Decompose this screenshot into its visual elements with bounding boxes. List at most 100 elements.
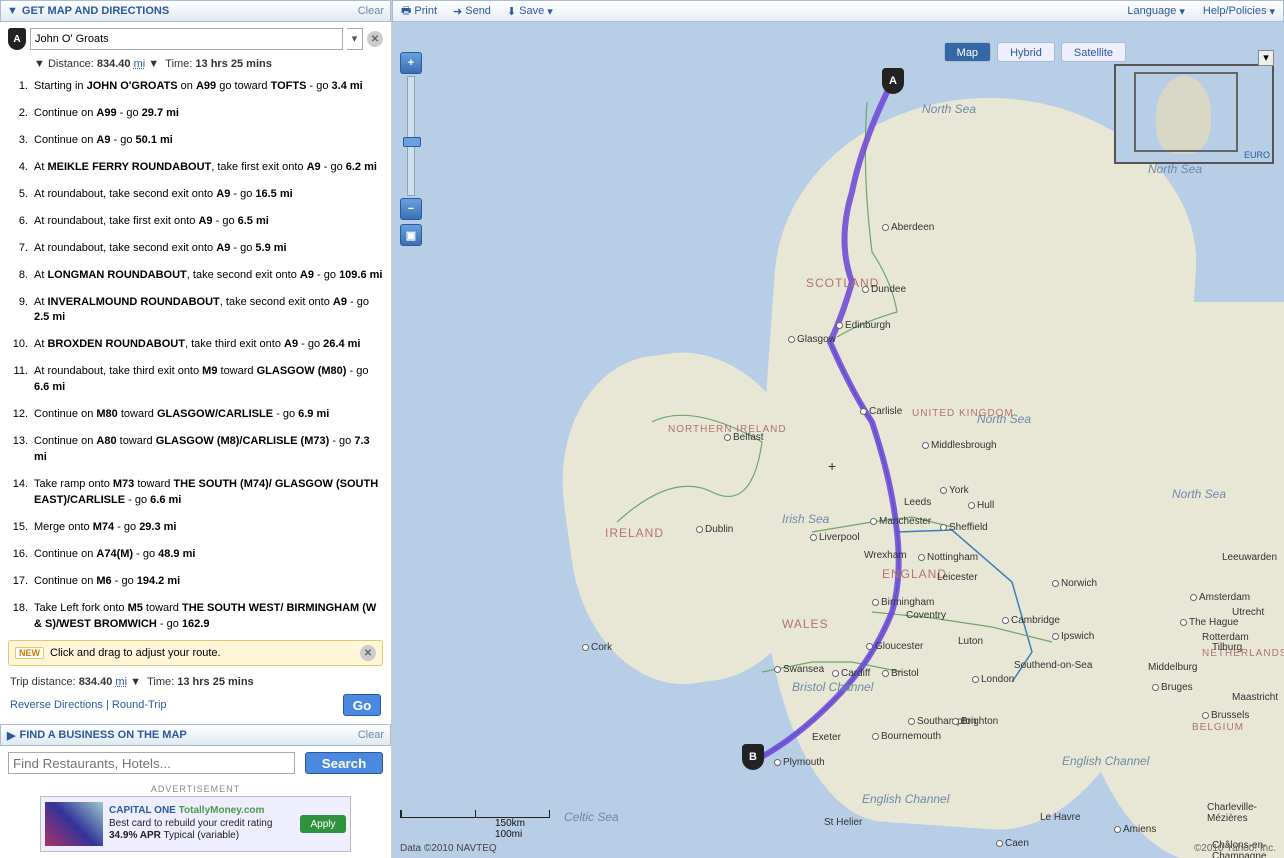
map-attribution: Data ©2010 NAVTEQ: [400, 843, 497, 854]
country-label: WALES: [782, 617, 829, 631]
panel-title-biz: FIND A BUSINESS ON THE MAP: [19, 729, 186, 741]
save-button[interactable]: ⬇ Save ▾: [507, 5, 553, 18]
city-label: The Hague: [1180, 617, 1238, 628]
reverse-directions-link[interactable]: Reverse Directions: [10, 699, 103, 711]
direction-step[interactable]: 12.Continue on M80 toward GLASGOW/CARLIS…: [4, 402, 385, 429]
new-badge: NEW: [15, 647, 44, 659]
direction-step[interactable]: 7.At roundabout, take second exit onto A…: [4, 236, 385, 263]
city-label: Bristol: [882, 668, 919, 679]
panel-header-business[interactable]: ▶ FIND A BUSINESS ON THE MAP Clear: [0, 724, 391, 746]
city-label: Belfast: [724, 432, 764, 443]
overview-toggle-icon[interactable]: ▾: [1258, 50, 1274, 66]
close-tip-icon[interactable]: ✕: [360, 645, 376, 661]
send-button[interactable]: ➜ Send: [453, 5, 491, 18]
direction-step[interactable]: 15.Merge onto M74 - go 29.3 mi: [4, 515, 385, 542]
zoom-control: + − ▣: [400, 52, 422, 246]
city-label: Bruges: [1152, 682, 1193, 693]
map-toolbar: 🖶 Print ➜ Send ⬇ Save ▾ Language ▾ Help/…: [392, 0, 1284, 22]
direction-step[interactable]: 3.Continue on A9 - go 50.1 mi: [4, 128, 385, 155]
direction-step[interactable]: 6.At roundabout, take first exit onto A9…: [4, 209, 385, 236]
direction-step[interactable]: 17.Continue on M6 - go 194.2 mi: [4, 569, 385, 596]
fit-button[interactable]: ▣: [400, 224, 422, 246]
print-button[interactable]: 🖶 Print: [401, 2, 437, 21]
city-label: Brighton: [952, 716, 998, 727]
ad-label: ADVERTISEMENT: [0, 784, 391, 794]
collapse-icon: ▶: [7, 729, 15, 742]
city-label: Gloucester: [866, 641, 923, 652]
city-label: St Helier: [824, 817, 862, 828]
directions-steps[interactable]: 1.Starting in JOHN O'GROATS on A99 go to…: [0, 74, 391, 636]
direction-step[interactable]: 9.At INVERALMOUND ROUNDABOUT, take secon…: [4, 290, 385, 333]
ad-apply-button[interactable]: Apply: [300, 815, 346, 833]
zoom-in-button[interactable]: +: [400, 52, 422, 74]
city-label: Swansea: [774, 664, 824, 675]
zoom-handle[interactable]: [403, 137, 421, 147]
sea-label: North Sea: [922, 102, 976, 116]
direction-step[interactable]: 18.Take Left fork onto M5 toward THE SOU…: [4, 596, 385, 636]
city-label: Middlesbrough: [922, 440, 997, 451]
city-label: Glasgow: [788, 334, 836, 345]
zoom-slider[interactable]: [407, 76, 415, 196]
tab-satellite[interactable]: Satellite: [1061, 42, 1126, 62]
city-label: Caen: [996, 838, 1029, 849]
city-label: Cardiff: [832, 668, 870, 679]
city-label: Hull: [968, 500, 994, 511]
unit-toggle-trip[interactable]: mi: [115, 676, 127, 688]
map-pane: 🖶 Print ➜ Send ⬇ Save ▾ Language ▾ Help/…: [392, 0, 1284, 858]
direction-step[interactable]: 10.At BROXDEN ROUNDABOUT, take third exi…: [4, 332, 385, 359]
city-label: Southend-on-Sea: [1014, 660, 1092, 671]
city-label: Dundee: [862, 284, 906, 295]
crosshair-icon: +: [828, 458, 836, 474]
direction-step[interactable]: 8.At LONGMAN ROUNDABOUT, take second exi…: [4, 263, 385, 290]
business-search-row: Search: [0, 746, 391, 780]
direction-step[interactable]: 5.At roundabout, take second exit onto A…: [4, 182, 385, 209]
business-search-input[interactable]: [8, 752, 295, 774]
map-pin-b[interactable]: B: [742, 744, 764, 770]
city-label: Leicester: [937, 572, 978, 583]
direction-step[interactable]: 1.Starting in JOHN O'GROATS on A99 go to…: [4, 74, 385, 101]
advertisement[interactable]: CAPITAL ONE TotallyMoney.com Best card t…: [40, 796, 351, 852]
origin-dropdown[interactable]: ▾: [347, 28, 363, 50]
tab-map[interactable]: Map: [944, 42, 991, 62]
unit-toggle[interactable]: mi: [134, 58, 146, 70]
help-link[interactable]: Help/Policies ▾: [1203, 5, 1275, 18]
direction-step[interactable]: 4.At MEIKLE FERRY ROUNDABOUT, take first…: [4, 155, 385, 182]
direction-step[interactable]: 16.Continue on A74(M) - go 48.9 mi: [4, 542, 385, 569]
remove-origin-icon[interactable]: ✕: [367, 31, 383, 47]
search-button[interactable]: Search: [305, 752, 383, 774]
overview-viewport[interactable]: [1134, 72, 1238, 152]
language-button[interactable]: Language ▾: [1127, 5, 1184, 18]
trip-links: Reverse Directions | Round-Trip Go: [0, 694, 391, 724]
go-button[interactable]: Go: [343, 694, 381, 716]
city-label: Plymouth: [774, 757, 825, 768]
sea-label: North Sea: [1172, 487, 1226, 501]
direction-step[interactable]: 14.Take ramp onto M73 toward THE SOUTH (…: [4, 472, 385, 515]
clear-biz-link[interactable]: Clear: [358, 729, 384, 741]
direction-step[interactable]: 13.Continue on A80 toward GLASGOW (M8)/C…: [4, 429, 385, 472]
city-label: Edinburgh: [836, 320, 891, 331]
round-trip-link[interactable]: Round-Trip: [112, 699, 167, 711]
ad-text: CAPITAL ONE TotallyMoney.com Best card t…: [109, 805, 294, 843]
map-canvas[interactable]: A B + North Sea North Sea North Sea Nort…: [392, 22, 1284, 858]
direction-step[interactable]: 11.At roundabout, take third exit onto M…: [4, 359, 385, 402]
direction-step[interactable]: 2.Continue on A99 - go 29.7 mi: [4, 101, 385, 128]
city-label: Tilburg: [1212, 642, 1242, 653]
city-label: York: [940, 485, 969, 496]
city-label: Brussels: [1202, 710, 1249, 721]
zoom-out-button[interactable]: −: [400, 198, 422, 220]
clear-link[interactable]: Clear: [358, 5, 384, 17]
city-label: Aberdeen: [882, 222, 934, 233]
map-pin-a[interactable]: A: [882, 68, 904, 94]
origin-input[interactable]: [30, 28, 343, 50]
city-label: London: [972, 674, 1014, 685]
country-label: IRELAND: [605, 526, 664, 540]
location-row: A ▾ ✕: [0, 22, 391, 56]
route-summary: ▼ Distance: 834.40 mi ▼ Time: 13 hrs 25 …: [0, 56, 391, 74]
city-label: Charleville-Mézières: [1207, 802, 1284, 824]
city-label: Birmingham: [872, 597, 934, 608]
city-label: Carlisle: [860, 406, 902, 417]
tab-hybrid[interactable]: Hybrid: [997, 42, 1055, 62]
panel-header-directions[interactable]: ▼ GET MAP AND DIRECTIONS Clear: [0, 0, 391, 22]
overview-map[interactable]: ▾ EURO: [1114, 64, 1274, 164]
sea-label: Bristol Channel: [792, 680, 873, 694]
